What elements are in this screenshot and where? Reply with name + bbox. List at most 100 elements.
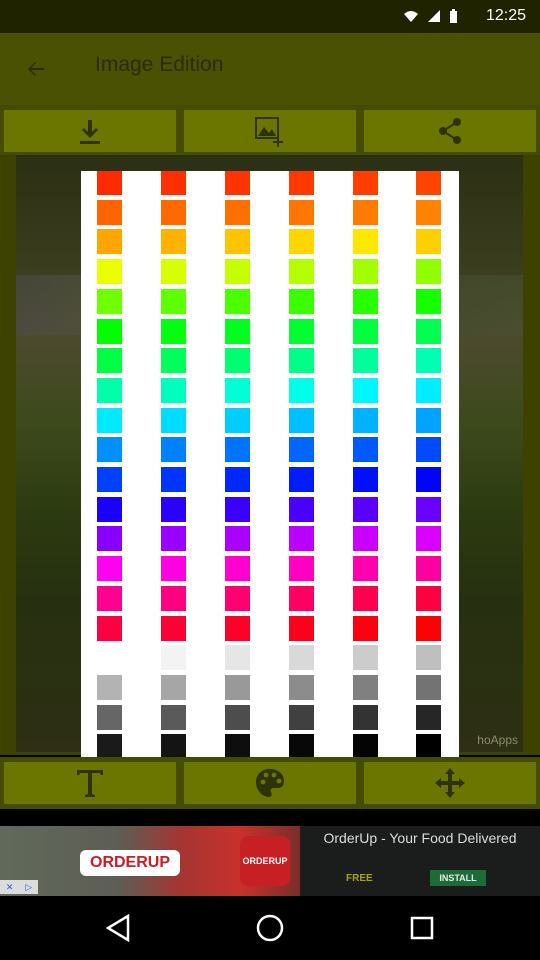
color-swatch[interactable] — [161, 467, 186, 492]
nav-back-button[interactable] — [98, 910, 138, 946]
color-swatch[interactable] — [161, 378, 186, 403]
color-swatch[interactable] — [225, 675, 250, 700]
color-swatch[interactable] — [161, 556, 186, 581]
color-swatch[interactable] — [416, 526, 441, 551]
color-swatch[interactable] — [353, 319, 378, 344]
ad-banner[interactable]: ORDERUP ORDERUP ✕ ▷ OrderUp - Your Food … — [0, 826, 540, 896]
color-swatch[interactable] — [97, 526, 122, 551]
color-swatch[interactable] — [416, 586, 441, 611]
color-swatch[interactable] — [416, 645, 441, 670]
color-swatch[interactable] — [353, 616, 378, 641]
color-swatch[interactable] — [97, 289, 122, 314]
color-swatch[interactable] — [289, 408, 314, 433]
color-swatch[interactable] — [353, 348, 378, 373]
color-swatch[interactable] — [289, 348, 314, 373]
color-swatch[interactable] — [225, 734, 250, 757]
color-swatch[interactable] — [416, 289, 441, 314]
color-swatch[interactable] — [161, 289, 186, 314]
color-swatch[interactable] — [225, 171, 250, 195]
move-button[interactable] — [364, 762, 536, 804]
nav-recents-button[interactable] — [402, 910, 442, 946]
color-swatch[interactable] — [416, 437, 441, 462]
color-swatch[interactable] — [353, 437, 378, 462]
color-swatch[interactable] — [97, 348, 122, 373]
color-swatch[interactable] — [416, 348, 441, 373]
color-swatch[interactable] — [416, 705, 441, 730]
color-swatch[interactable] — [161, 408, 186, 433]
color-swatch[interactable] — [225, 526, 250, 551]
color-swatch[interactable] — [225, 289, 250, 314]
color-swatch[interactable] — [97, 437, 122, 462]
color-swatch[interactable] — [416, 200, 441, 225]
color-swatch[interactable] — [416, 467, 441, 492]
color-swatch[interactable] — [353, 229, 378, 254]
color-swatch[interactable] — [353, 526, 378, 551]
color-swatch[interactable] — [161, 616, 186, 641]
color-swatch[interactable] — [161, 497, 186, 522]
color-swatch[interactable] — [97, 259, 122, 284]
share-button[interactable] — [364, 110, 536, 152]
color-swatch[interactable] — [161, 526, 186, 551]
color-swatch[interactable] — [353, 556, 378, 581]
color-swatch[interactable] — [97, 408, 122, 433]
color-swatch[interactable] — [353, 586, 378, 611]
color-swatch[interactable] — [289, 259, 314, 284]
color-swatch[interactable] — [97, 675, 122, 700]
color-swatch[interactable] — [416, 497, 441, 522]
color-swatch[interactable] — [97, 229, 122, 254]
color-swatch[interactable] — [416, 171, 441, 195]
back-button[interactable] — [20, 53, 52, 85]
color-swatch[interactable] — [225, 467, 250, 492]
color-swatch[interactable] — [97, 616, 122, 641]
color-swatch[interactable] — [97, 171, 122, 195]
color-swatch[interactable] — [353, 497, 378, 522]
color-swatch[interactable] — [289, 229, 314, 254]
color-swatch[interactable] — [416, 378, 441, 403]
color-swatch[interactable] — [161, 319, 186, 344]
color-swatch[interactable] — [97, 734, 122, 757]
color-swatch[interactable] — [416, 616, 441, 641]
color-swatch[interactable] — [161, 348, 186, 373]
color-swatch[interactable] — [225, 348, 250, 373]
color-swatch[interactable] — [353, 705, 378, 730]
color-swatch[interactable] — [225, 319, 250, 344]
color-swatch[interactable] — [97, 319, 122, 344]
ad-choices[interactable]: ✕ ▷ — [0, 880, 38, 894]
color-swatch[interactable] — [416, 319, 441, 344]
color-swatch[interactable] — [225, 705, 250, 730]
color-swatch[interactable] — [289, 289, 314, 314]
color-swatch[interactable] — [225, 616, 250, 641]
color-swatch[interactable] — [161, 437, 186, 462]
color-swatch[interactable] — [161, 705, 186, 730]
color-swatch[interactable] — [289, 734, 314, 757]
color-swatch[interactable] — [289, 705, 314, 730]
color-swatch[interactable] — [161, 586, 186, 611]
color-swatch[interactable] — [161, 734, 186, 757]
color-swatch[interactable] — [353, 675, 378, 700]
color-swatch[interactable] — [289, 171, 314, 195]
color-swatch[interactable] — [225, 645, 250, 670]
color-swatch[interactable] — [97, 705, 122, 730]
color-swatch[interactable] — [289, 437, 314, 462]
color-swatch[interactable] — [289, 497, 314, 522]
color-swatch[interactable] — [225, 200, 250, 225]
color-swatch[interactable] — [225, 586, 250, 611]
color-swatch[interactable] — [225, 408, 250, 433]
add-image-button[interactable] — [184, 110, 356, 152]
color-swatch[interactable] — [353, 200, 378, 225]
color-swatch[interactable] — [289, 556, 314, 581]
color-swatch[interactable] — [161, 645, 186, 670]
color-swatch[interactable] — [289, 378, 314, 403]
color-swatch[interactable] — [97, 586, 122, 611]
color-swatch[interactable] — [289, 200, 314, 225]
color-swatch[interactable] — [289, 675, 314, 700]
color-swatch[interactable] — [289, 467, 314, 492]
color-swatch[interactable] — [97, 378, 122, 403]
text-button[interactable] — [4, 762, 176, 804]
color-swatch[interactable] — [353, 734, 378, 757]
color-swatch[interactable] — [289, 526, 314, 551]
color-swatch[interactable] — [289, 616, 314, 641]
ad-close-icon[interactable]: ✕ — [6, 882, 14, 893]
color-swatch[interactable] — [161, 259, 186, 284]
ad-install-button[interactable]: INSTALL — [430, 870, 486, 886]
